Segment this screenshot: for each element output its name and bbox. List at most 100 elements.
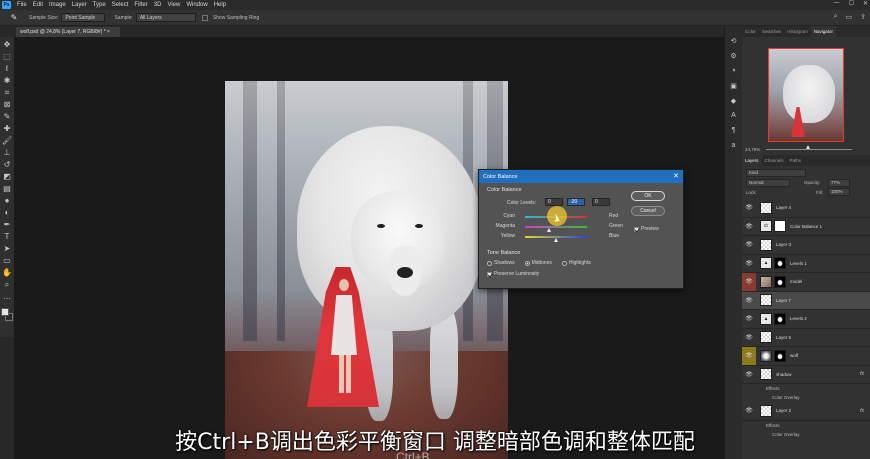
libraries-icon[interactable]: ▣ bbox=[729, 81, 739, 90]
eye-icon[interactable]: 👁 bbox=[742, 199, 756, 217]
marquee-icon[interactable]: ⬚ bbox=[2, 52, 12, 62]
tab-swatches[interactable]: Swatches bbox=[759, 26, 785, 37]
eye-icon[interactable]: 👁 bbox=[742, 366, 756, 384]
menu-edit[interactable]: Edit bbox=[30, 2, 46, 8]
pen-icon[interactable]: ✒ bbox=[2, 220, 12, 230]
slider-track[interactable] bbox=[525, 226, 587, 228]
tab-color[interactable]: Color bbox=[742, 26, 759, 37]
radio-button[interactable] bbox=[524, 260, 530, 266]
radio-button[interactable] bbox=[561, 260, 567, 266]
menu-filter[interactable]: Filter bbox=[131, 2, 150, 8]
level-field-cyan-red[interactable]: 0 bbox=[545, 198, 563, 206]
move-icon[interactable]: ✥ bbox=[2, 40, 12, 50]
close-icon[interactable]: ✕ bbox=[673, 172, 679, 180]
glyphs-icon[interactable]: a bbox=[729, 141, 739, 150]
dodge-icon[interactable]: ◐ bbox=[2, 208, 12, 218]
menu-3d[interactable]: 3D bbox=[151, 2, 165, 8]
eye-icon[interactable]: 👁 bbox=[742, 255, 756, 273]
preview-option[interactable]: Preview bbox=[634, 226, 659, 232]
navigator-view-box[interactable] bbox=[768, 48, 844, 142]
crop-icon[interactable]: ⌗ bbox=[2, 88, 12, 98]
quick-select-icon[interactable]: ✱ bbox=[2, 76, 12, 86]
menu-image[interactable]: Image bbox=[46, 2, 69, 8]
eye-icon[interactable]: 👁 bbox=[742, 236, 756, 254]
history-brush-icon[interactable]: ↺ bbox=[2, 160, 12, 170]
eyedropper-icon[interactable]: ✎ bbox=[6, 13, 22, 23]
layer-row[interactable]: 👁 Layer 4 bbox=[742, 199, 870, 218]
document-tab[interactable]: wolf.psd @ 24,8% (Layer 7, RGB/8#) * × bbox=[16, 27, 120, 37]
tab-paths[interactable]: Paths bbox=[787, 155, 805, 166]
zoom-icon[interactable]: ⌕ bbox=[2, 280, 12, 290]
frame-icon[interactable]: ⊠ bbox=[2, 100, 12, 110]
eye-icon[interactable]: 👁 bbox=[742, 402, 756, 420]
eraser-icon[interactable]: ◩ bbox=[2, 172, 12, 182]
tab-channels[interactable]: Channels bbox=[762, 155, 787, 166]
eye-icon[interactable]: 👁 bbox=[742, 218, 756, 236]
paragraph-icon[interactable]: ¶ bbox=[729, 126, 739, 135]
3d-icon[interactable]: ◆ bbox=[729, 96, 739, 105]
sample-size-select[interactable]: Point Sample bbox=[61, 13, 106, 22]
layer-filter-kind[interactable]: Kind bbox=[746, 169, 806, 177]
level-field-yellow-blue[interactable]: 0 bbox=[592, 198, 610, 206]
tab-layers[interactable]: Layers bbox=[742, 155, 762, 166]
color-swatches[interactable] bbox=[1, 308, 13, 322]
healing-icon[interactable]: ✚ bbox=[2, 124, 12, 134]
layer-row[interactable]: 👁 ▲ Levels 1 bbox=[742, 255, 870, 273]
preview-checkbox[interactable] bbox=[634, 226, 639, 232]
more-icon[interactable]: … bbox=[2, 292, 12, 302]
tab-histogram[interactable]: Histogram bbox=[784, 26, 811, 37]
ok-button[interactable]: OK bbox=[631, 191, 665, 201]
adjustments-icon[interactable]: ◑ bbox=[729, 66, 739, 75]
level-field-magenta-green[interactable]: -20 bbox=[567, 198, 585, 206]
layer-row[interactable]: 👁 shadow fx bbox=[742, 366, 870, 384]
sample-select[interactable]: All Layers bbox=[135, 13, 196, 22]
hand-icon[interactable]: ✋ bbox=[2, 268, 12, 278]
menu-type[interactable]: Type bbox=[90, 2, 109, 8]
character-icon[interactable]: A bbox=[729, 111, 739, 120]
yellow-blue-slider[interactable]: Yellow Blue bbox=[487, 233, 631, 242]
menu-help[interactable]: Help bbox=[211, 2, 229, 8]
radio-highlights[interactable]: Highlights bbox=[561, 260, 591, 266]
gradient-icon[interactable]: ▤ bbox=[2, 184, 12, 194]
dialog-titlebar[interactable]: Color Balance ✕ bbox=[479, 170, 683, 183]
minimize-icon[interactable]: — bbox=[834, 0, 840, 7]
properties-icon[interactable]: ⚙ bbox=[729, 51, 739, 60]
slider-thumb[interactable] bbox=[553, 238, 558, 242]
layer-row-selected[interactable]: 👁 Layer 7 bbox=[742, 291, 870, 310]
share-icon[interactable]: ⇪ bbox=[860, 13, 866, 21]
search-icon[interactable]: ⌕ bbox=[834, 13, 838, 21]
menu-layer[interactable]: Layer bbox=[69, 2, 90, 8]
fill-field[interactable]: 100% bbox=[828, 188, 850, 196]
layer-row[interactable]: 👁 ▲ Levels 2 bbox=[742, 310, 870, 329]
effects-icon[interactable]: fx bbox=[860, 408, 864, 414]
foreground-color-swatch[interactable] bbox=[1, 308, 9, 316]
preserve-luminosity[interactable]: Preserve Luminosity bbox=[487, 271, 539, 277]
navigator-zoom-slider[interactable] bbox=[766, 149, 852, 150]
maximize-icon[interactable]: ☐ bbox=[849, 0, 854, 7]
layer-row[interactable]: 👁 Layer 2 fx bbox=[742, 402, 870, 421]
blend-mode-select[interactable]: Normal bbox=[746, 179, 790, 187]
layer-row[interactable]: 👁 Layer 3 bbox=[742, 236, 870, 255]
radio-shadows[interactable]: Shadows bbox=[487, 260, 515, 266]
stamp-icon[interactable]: ⊥ bbox=[2, 148, 12, 158]
shape-icon[interactable]: ▭ bbox=[2, 256, 12, 266]
eye-icon[interactable]: 👁 bbox=[742, 273, 756, 291]
effects-icon[interactable]: fx bbox=[860, 371, 864, 377]
layer-row[interactable]: 👁 wolf bbox=[742, 347, 870, 366]
layer-effect-item[interactable]: Color Overlay bbox=[742, 393, 870, 402]
navigator-zoom-value[interactable]: 24,78% bbox=[745, 147, 760, 152]
opacity-field[interactable]: 77% bbox=[828, 179, 850, 187]
layer-row[interactable]: 👁 model bbox=[742, 273, 870, 292]
history-icon[interactable]: ⟲ bbox=[729, 36, 739, 45]
workspace-icon[interactable]: ▭ bbox=[846, 13, 853, 21]
path-select-icon[interactable]: ➤ bbox=[2, 244, 12, 254]
brush-icon[interactable]: 🖌 bbox=[2, 136, 12, 146]
eye-icon[interactable]: 👁 bbox=[742, 347, 756, 365]
cancel-button[interactable]: Cancel bbox=[631, 206, 665, 216]
slider-thumb[interactable] bbox=[547, 228, 552, 232]
eye-icon[interactable]: 👁 bbox=[742, 292, 756, 310]
menu-window[interactable]: Window bbox=[183, 2, 210, 8]
preserve-luminosity-checkbox[interactable] bbox=[487, 271, 492, 277]
artwork-image[interactable] bbox=[225, 81, 508, 459]
show-ring-checkbox[interactable] bbox=[201, 14, 208, 21]
